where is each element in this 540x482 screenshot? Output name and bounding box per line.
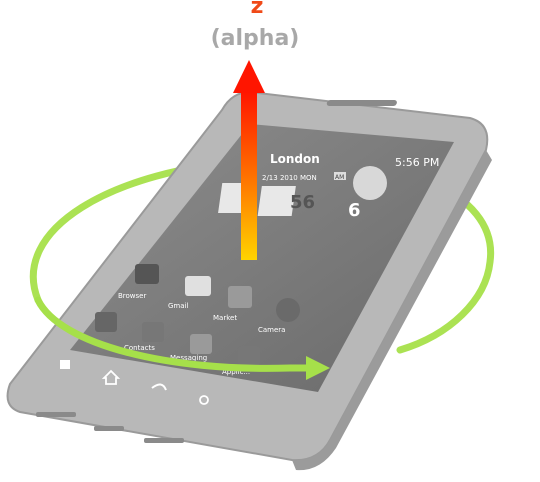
camera-app-icon bbox=[276, 298, 300, 322]
weather-temp: 6 bbox=[348, 200, 361, 221]
device-orientation-diagram: z (alpha) 5:56 PM London 2/13 2010 MON A… bbox=[0, 0, 540, 482]
menu-key-icon bbox=[60, 360, 70, 369]
app-label-camera: Camera bbox=[258, 326, 285, 334]
bottom-grille-middle bbox=[94, 426, 124, 431]
diagram-canvas: 5:56 PM London 2/13 2010 MON AM 5 56 6 B… bbox=[6, 60, 495, 471]
clock-minutes: 56 bbox=[290, 192, 315, 213]
app-label-browser: Browser bbox=[118, 292, 146, 300]
am-badge-text: AM bbox=[335, 174, 344, 181]
messaging-app-icon bbox=[190, 334, 212, 354]
app-label-gmail: Gmail bbox=[168, 302, 188, 310]
city-label: London bbox=[270, 152, 320, 166]
bottom-grille-left bbox=[36, 412, 76, 417]
moon-icon bbox=[353, 166, 387, 200]
browser-app-icon bbox=[135, 264, 159, 284]
contacts-app-icon bbox=[142, 322, 164, 342]
applications-app-icon bbox=[238, 346, 260, 366]
status-time: 5:56 PM bbox=[395, 156, 439, 169]
phone-speaker bbox=[326, 100, 397, 106]
bottom-grille-right bbox=[144, 438, 184, 443]
app-label-market: Market bbox=[213, 314, 237, 322]
gmail-app-icon bbox=[185, 276, 211, 296]
date-label: 2/13 2010 MON bbox=[262, 174, 317, 182]
phone-app-icon bbox=[95, 312, 117, 332]
market-app-icon bbox=[228, 286, 252, 308]
